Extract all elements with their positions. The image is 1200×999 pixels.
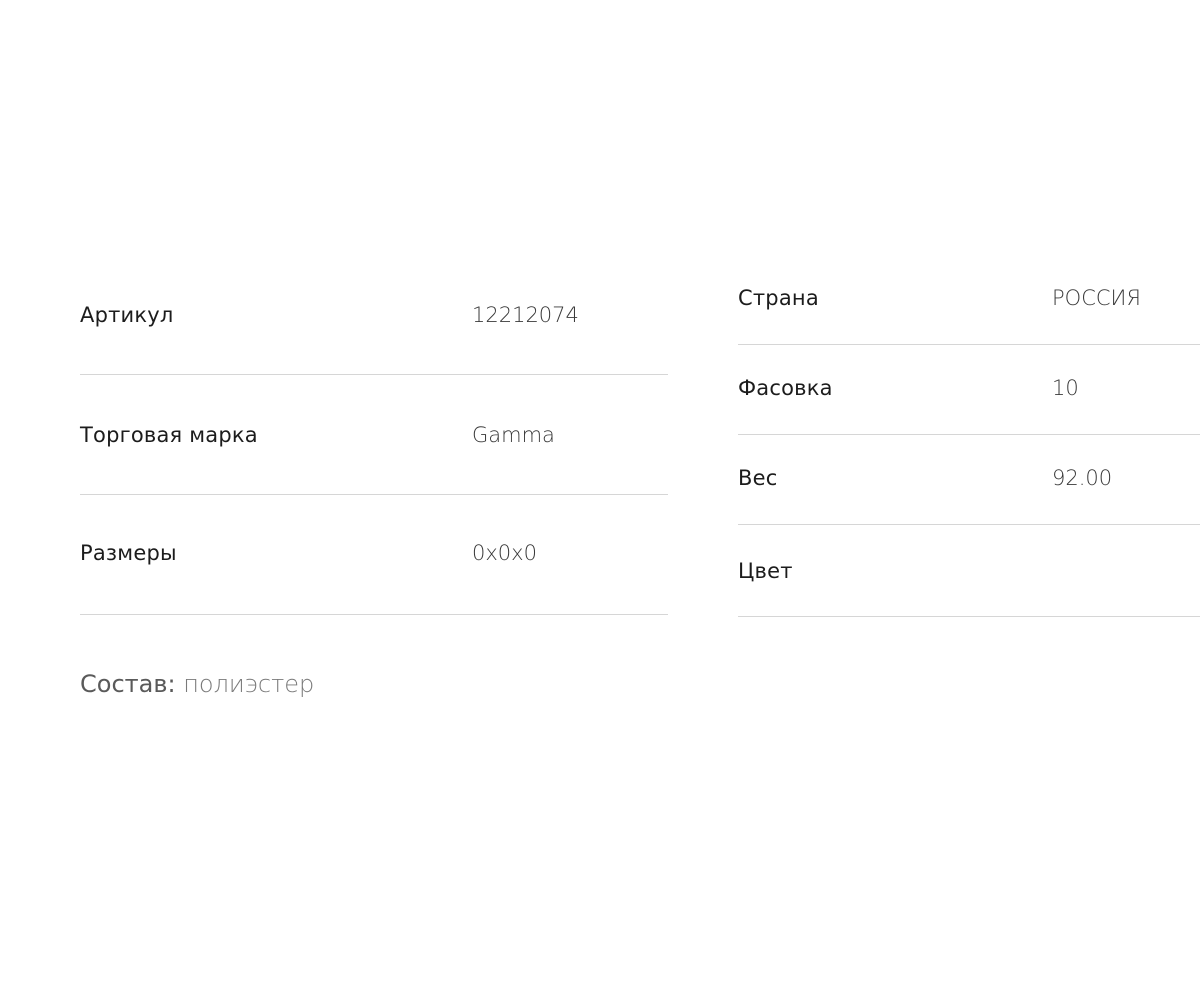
spec-label: Цвет — [738, 559, 793, 583]
spec-row-article: Артикул 12212074 — [80, 255, 668, 375]
spec-value: РОССИЯ — [1052, 286, 1141, 310]
spec-value: 92.00 — [1052, 466, 1113, 490]
spec-value: Gamma — [472, 423, 555, 447]
composition-line: Состав: полиэстер — [80, 670, 314, 698]
spec-label: Страна — [738, 286, 819, 310]
spec-value: 12212074 — [472, 303, 579, 327]
spec-label: Артикул — [80, 303, 174, 327]
spec-row-brand: Торговая марка Gamma — [80, 375, 668, 495]
specs-table-right: Страна РОССИЯ Фасовка 10 Вес 92.00 Цвет — [738, 255, 1200, 617]
composition-value: полиэстер — [183, 670, 315, 698]
spec-row-dimensions: Размеры 0x0x0 — [80, 495, 668, 615]
spec-value: 10 — [1052, 376, 1079, 400]
spec-row-country: Страна РОССИЯ — [738, 255, 1200, 345]
specs-table-left: Артикул 12212074 Торговая марка Gamma Ра… — [80, 255, 668, 615]
spec-row-packing: Фасовка 10 — [738, 345, 1200, 435]
spec-label: Торговая марка — [80, 423, 258, 447]
spec-label: Размеры — [80, 541, 177, 565]
spec-row-color: Цвет — [738, 525, 1200, 617]
spec-row-weight: Вес 92.00 — [738, 435, 1200, 525]
composition-label: Состав: — [80, 670, 176, 698]
spec-label: Вес — [738, 466, 778, 490]
spec-value: 0x0x0 — [472, 541, 537, 565]
spec-label: Фасовка — [738, 376, 833, 400]
